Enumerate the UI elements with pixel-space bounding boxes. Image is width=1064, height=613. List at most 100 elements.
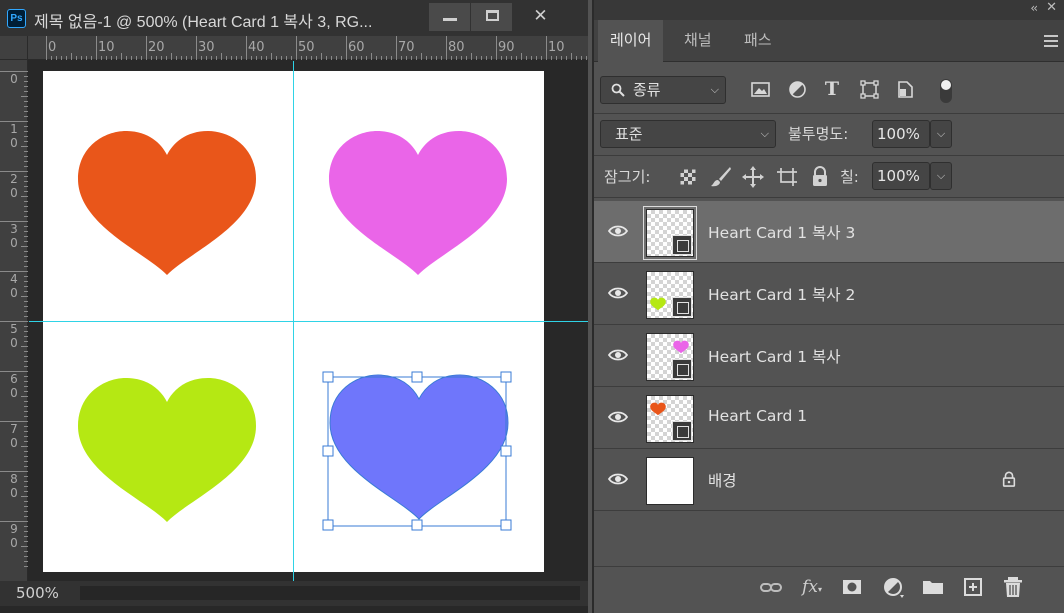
ruler-tick <box>0 221 28 222</box>
minimize-button[interactable] <box>428 3 470 31</box>
lock-position-icon[interactable] <box>742 166 764 188</box>
fill-input[interactable]: 100% <box>872 162 930 190</box>
lime-heart[interactable] <box>76 376 258 526</box>
smart-object-filter-icon[interactable] <box>897 80 915 99</box>
fill-dropdown-arrow[interactable]: ⌵ <box>930 162 952 190</box>
ruler-tick <box>24 316 28 317</box>
ruler-tick <box>24 251 28 252</box>
ruler-tick <box>121 53 122 60</box>
maximize-button[interactable] <box>470 3 512 31</box>
pink-heart[interactable] <box>327 129 509 279</box>
ruler-tick <box>456 56 457 60</box>
layer-thumbnail[interactable] <box>646 333 694 381</box>
ruler-tick <box>56 56 57 60</box>
ruler-tick <box>24 426 28 427</box>
layer-name[interactable]: Heart Card 1 복사 3 <box>708 221 855 243</box>
new-layer-icon[interactable] <box>960 574 986 600</box>
lock-transparency-icon[interactable] <box>680 169 696 185</box>
ruler-tick <box>476 56 477 60</box>
ruler-tick <box>24 376 28 377</box>
adjustment-layer-icon[interactable] <box>881 574 907 600</box>
ruler-tick <box>401 56 402 60</box>
type-filter-icon[interactable]: T <box>821 78 843 100</box>
ruler-tick <box>186 56 187 60</box>
ruler-tick <box>0 321 28 322</box>
document-title: 제목 없음-1 @ 500% (Heart Card 1 복사 3, RG... <box>34 14 373 31</box>
ruler-tick <box>24 401 28 402</box>
lock-all-icon[interactable] <box>811 166 829 187</box>
tab-paths[interactable]: 패스 <box>732 20 784 62</box>
filter-toggle-icon[interactable] <box>939 78 953 104</box>
ruler-tick <box>101 56 102 60</box>
adjustment-filter-icon[interactable] <box>788 80 807 99</box>
layer-lock-icon[interactable] <box>1001 471 1017 487</box>
panel-header: ‹‹ ✕ <box>594 0 1064 20</box>
ruler-tick <box>24 76 28 77</box>
collapse-panel-icon[interactable]: ‹‹ <box>1030 1 1037 15</box>
blend-mode-select[interactable]: 표준 ⌵ <box>600 120 776 148</box>
document-title-bar[interactable]: Ps 제목 없음-1 @ 500% (Heart Card 1 복사 3, RG… <box>0 0 588 36</box>
layer-thumbnail[interactable] <box>646 395 694 443</box>
window-controls: ✕ <box>428 3 568 31</box>
orange-heart[interactable] <box>76 129 258 279</box>
layer-row[interactable]: Heart Card 1 <box>594 387 1064 449</box>
ruler-label: 10 <box>548 40 565 55</box>
layer-row[interactable]: 배경 <box>594 449 1064 511</box>
opacity-dropdown-arrow[interactable]: ⌵ <box>930 120 952 148</box>
ruler-tick <box>24 361 28 362</box>
ruler-tick <box>471 53 472 60</box>
delete-layer-icon[interactable] <box>1000 574 1026 600</box>
fx-icon[interactable]: fx▾ <box>799 574 825 600</box>
new-group-icon[interactable] <box>920 574 946 600</box>
link-layers-icon[interactable] <box>758 574 784 600</box>
transform-bounding-box[interactable] <box>321 371 517 531</box>
ruler-tick <box>21 96 28 97</box>
layer-row[interactable]: Heart Card 1 복사 2 <box>594 263 1064 325</box>
ruler-tick <box>24 291 28 292</box>
visibility-eye-icon[interactable] <box>608 347 628 363</box>
layer-thumbnail[interactable] <box>646 271 694 319</box>
lock-artboard-icon[interactable] <box>776 166 798 188</box>
zoom-level[interactable]: 500% <box>16 584 59 602</box>
layer-name[interactable]: 배경 <box>708 469 737 491</box>
shape-filter-icon[interactable] <box>860 80 879 99</box>
panel-menu-icon[interactable] <box>1044 35 1058 47</box>
image-filter-icon[interactable] <box>751 81 771 99</box>
layer-row[interactable]: Heart Card 1 복사 3 <box>594 201 1064 263</box>
horizontal-ruler[interactable]: 0 10 20 30 40 50 60 70 80 90 10 <box>28 36 588 60</box>
layer-name[interactable]: Heart Card 1 복사 2 <box>708 283 855 305</box>
fx-label: fx <box>802 577 818 597</box>
horizontal-guide[interactable] <box>29 321 588 322</box>
canvas-area[interactable] <box>29 61 588 581</box>
ruler-tick <box>556 56 557 60</box>
ruler-tick <box>576 56 577 60</box>
layer-name[interactable]: Heart Card 1 복사 <box>708 345 841 367</box>
layer-thumbnail[interactable] <box>646 457 694 505</box>
visibility-eye-icon[interactable] <box>608 471 628 487</box>
tab-channels[interactable]: 채널 <box>672 20 724 62</box>
visibility-eye-icon[interactable] <box>608 285 628 301</box>
chevron-down-icon: ⌵ <box>710 83 719 96</box>
ruler-tick <box>361 56 362 60</box>
ruler-label: 0 <box>10 72 18 86</box>
tab-layers[interactable]: 레이어 <box>598 20 664 63</box>
vertical-ruler[interactable]: 0 10 20 30 40 50 60 70 80 90 <box>0 60 28 581</box>
horizontal-scrollbar[interactable] <box>80 586 580 600</box>
opacity-input[interactable]: 100% <box>872 120 930 148</box>
ruler-tick <box>24 351 28 352</box>
layer-thumbnail[interactable] <box>643 206 697 260</box>
close-panel-icon[interactable]: ✕ <box>1046 0 1057 15</box>
close-button[interactable]: ✕ <box>512 3 568 31</box>
visibility-eye-icon[interactable] <box>608 409 628 425</box>
ruler-tick <box>24 181 28 182</box>
layer-kind-filter[interactable]: 종류 ⌵ <box>600 76 726 104</box>
ruler-tick <box>571 53 572 60</box>
lock-paint-icon[interactable] <box>710 166 732 188</box>
layer-name[interactable]: Heart Card 1 <box>708 407 807 425</box>
visibility-eye-icon[interactable] <box>608 223 628 239</box>
ruler-tick <box>24 336 28 337</box>
ruler-tick <box>236 56 237 60</box>
layer-row[interactable]: Heart Card 1 복사 <box>594 325 1064 387</box>
add-mask-icon[interactable] <box>839 574 865 600</box>
layers-panel: ‹‹ ✕ 레이어 채널 패스 종류 ⌵ T 표준 ⌵ 불투명도: 100% ⌵ … <box>592 0 1064 613</box>
